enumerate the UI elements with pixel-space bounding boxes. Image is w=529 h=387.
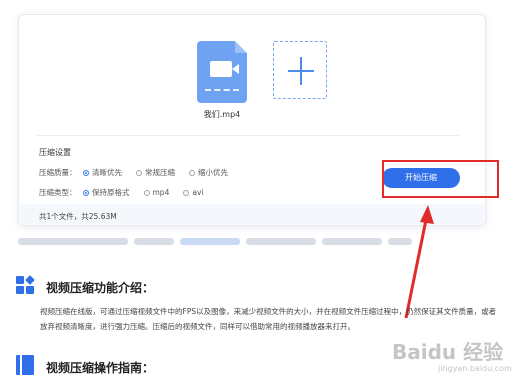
watermark-url: jingyan.baidu.com	[438, 364, 512, 373]
blurred-text-row	[18, 238, 412, 246]
arrow-shaft	[404, 214, 429, 319]
book-icon	[16, 355, 34, 375]
grid-icon	[16, 275, 36, 296]
section-title-guide: 视频压缩操作指南：	[46, 361, 155, 375]
section-body-intro: 视频压缩在线版，可通过压缩视频文件中的FPS以及图像，来减少视频文件的大小，并在…	[40, 307, 497, 331]
section-title-intro: 视频压缩功能介绍：	[46, 281, 155, 295]
watermark-brand: Baidu 经验	[392, 340, 504, 364]
baidu-watermark: Baidu 经验 jingyan.baidu.com	[392, 336, 522, 382]
arrow-head	[420, 205, 434, 224]
